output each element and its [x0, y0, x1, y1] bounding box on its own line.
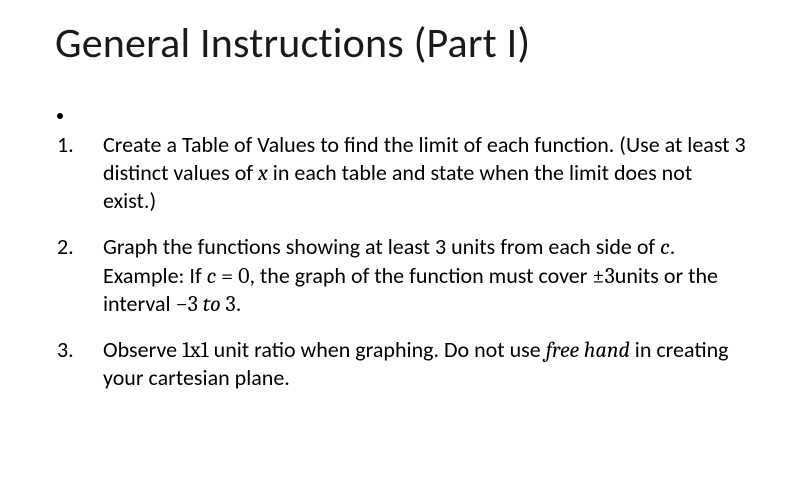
- item2-ex-l3: 3: [226, 291, 236, 317]
- item2-ex-j3: 3: [188, 291, 198, 317]
- item2-ex-to: to: [198, 291, 226, 317]
- item2-ex-minus: −: [176, 291, 188, 317]
- list-item-3: Observe 1x1 unit ratio when graphing. Do…: [55, 336, 749, 392]
- item3-ratio: 1x1: [182, 337, 209, 363]
- list-item-2: Graph the functions showing at least 3 u…: [55, 233, 749, 317]
- list-item-1: Create a Table of Values to find the lim…: [55, 131, 749, 215]
- item3-text-c: unit ratio when graphing. Do not use: [209, 336, 546, 363]
- slide: General Instructions (Part I) Create a T…: [0, 0, 804, 503]
- item2-ex-eq: =: [216, 263, 238, 289]
- accent-dot-icon: [57, 113, 63, 119]
- slide-title: General Instructions (Part I): [55, 18, 749, 69]
- item2-ex-three: 3: [605, 263, 615, 289]
- item2-text-a: Graph the functions showing at least 3 u…: [103, 233, 660, 260]
- item2-ex-var-c: c: [207, 263, 217, 289]
- item1-var-x: x: [258, 160, 268, 186]
- item2-ex-m: .: [236, 290, 242, 317]
- item2-ex-zero: 0: [238, 263, 249, 289]
- item3-freehand: free hand: [546, 337, 630, 363]
- item3-text-a: Observe: [103, 336, 182, 363]
- item2-ex-pm: ±: [592, 263, 604, 289]
- item2-ex-a: Example: If: [103, 262, 207, 289]
- item2-ex-e: , the graph of the function must cover: [249, 262, 592, 289]
- item2-var-c: c: [660, 234, 670, 260]
- instruction-list: Create a Table of Values to find the lim…: [55, 131, 749, 392]
- item2-text-c: .: [670, 233, 676, 260]
